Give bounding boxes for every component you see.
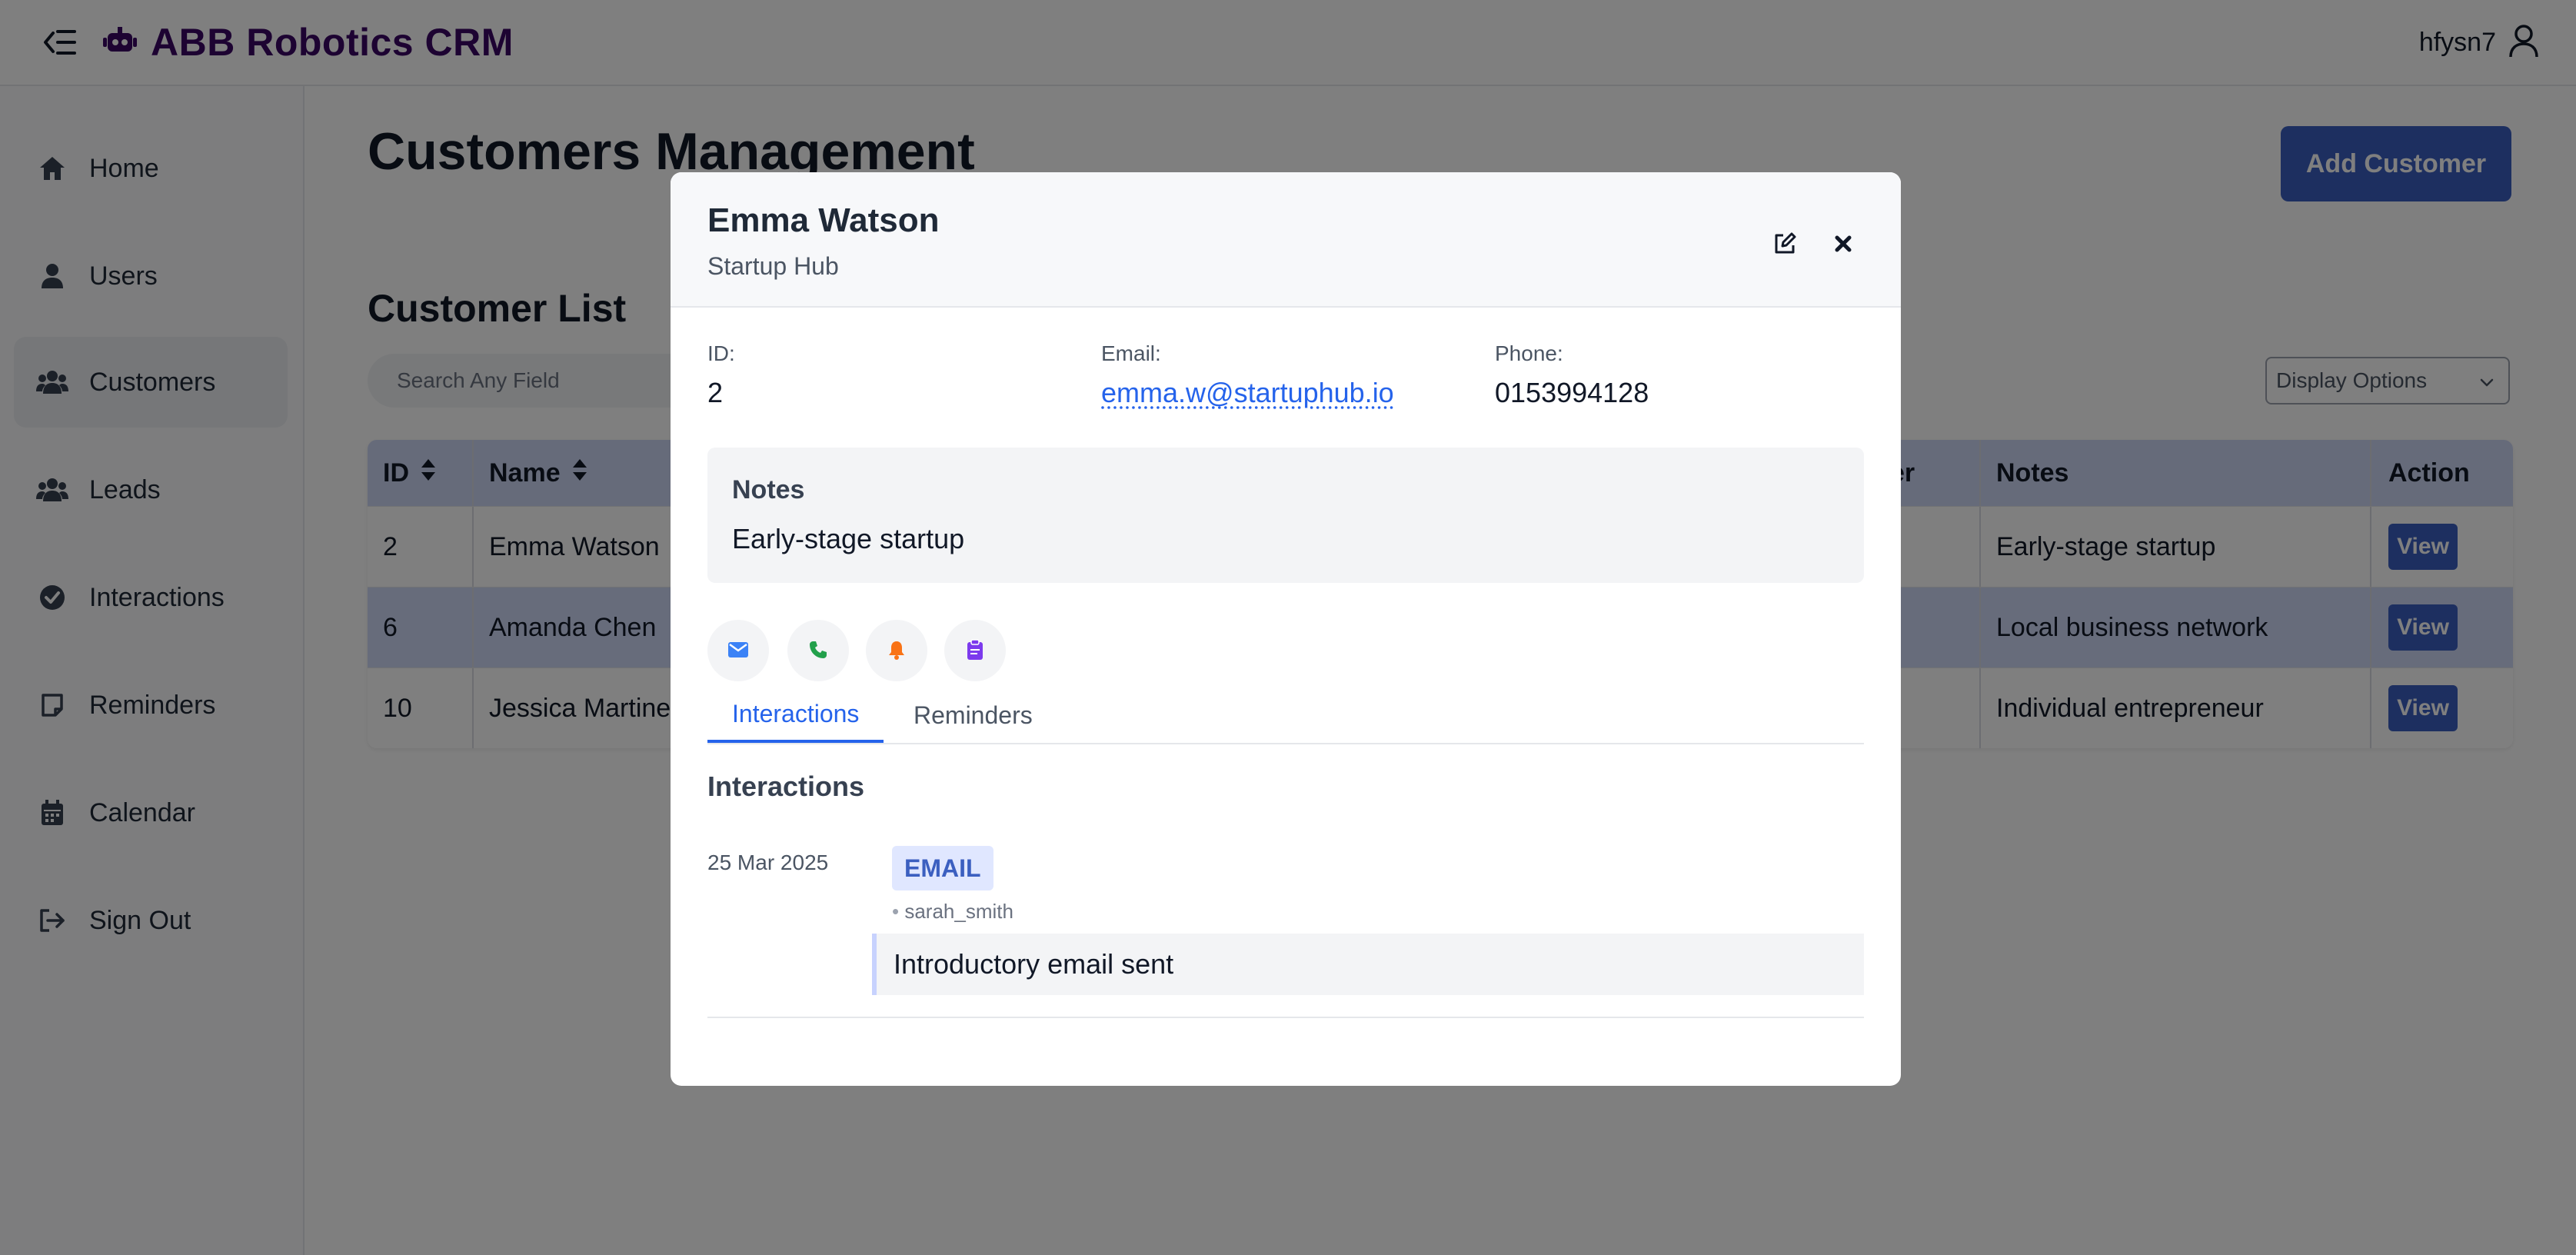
tab-interactions[interactable]: Interactions (707, 687, 884, 743)
envelope-icon (728, 641, 748, 660)
bullet-icon: • (892, 900, 905, 923)
add-call-button[interactable] (787, 620, 849, 681)
interaction-user: • sarah_smith (892, 900, 1013, 924)
email-label: Email: (1101, 341, 1161, 365)
customer-company: Startup Hub (707, 252, 839, 280)
id-value: 2 (707, 377, 724, 408)
close-icon[interactable] (1824, 225, 1862, 263)
interaction-type-badge: EMAIL (892, 846, 993, 890)
tab-reminders[interactable]: Reminders (889, 687, 1057, 743)
id-label: ID: (707, 341, 735, 365)
email-link[interactable]: emma.w@startuphub.io (1101, 377, 1394, 409)
notes-title: Notes (732, 475, 805, 504)
interaction-user-name: sarah_smith (904, 900, 1013, 923)
customer-detail-modal: Emma Watson Startup Hub ID: 2 Email: emm… (671, 172, 1901, 1086)
customer-name: Emma Watson (707, 201, 940, 239)
edit-icon[interactable] (1766, 225, 1804, 263)
add-email-button[interactable] (707, 620, 769, 681)
add-reminder-button[interactable] (866, 620, 927, 681)
bell-icon (887, 640, 906, 662)
phone-value: 0153994128 (1495, 377, 1649, 408)
phone-icon (808, 640, 828, 662)
notes-panel: Notes Early-stage startup (707, 448, 1864, 583)
notes-text: Early-stage startup (732, 523, 965, 554)
phone-label: Phone: (1495, 341, 1563, 365)
divider (707, 1017, 1864, 1018)
clipboard-icon (967, 638, 983, 663)
add-note-button[interactable] (944, 620, 1006, 681)
interaction-date: 25 Mar 2025 (707, 851, 829, 874)
interactions-section-title: Interactions (707, 771, 865, 802)
modal-header: Emma Watson Startup Hub (671, 172, 1901, 308)
interaction-message: Introductory email sent (872, 934, 1864, 995)
modal-tabs: Interactions Reminders (707, 687, 1864, 744)
